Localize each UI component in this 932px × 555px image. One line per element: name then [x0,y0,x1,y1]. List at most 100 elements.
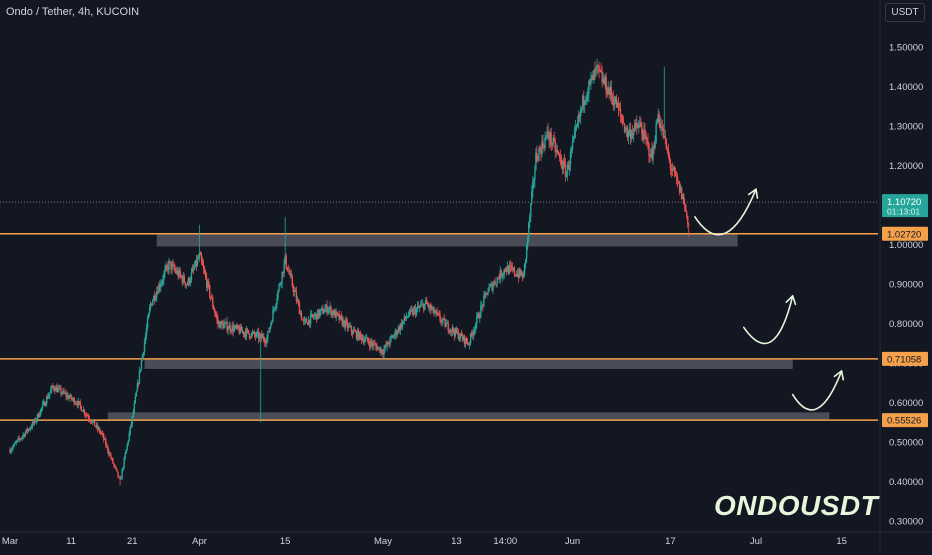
candle-body [427,303,429,306]
candle-body [420,305,422,307]
candle-body [135,391,138,397]
candle-body [115,466,117,470]
candle-body [189,280,192,284]
candle-body [183,275,185,283]
candle-body [93,420,96,427]
candle-body [597,64,599,66]
candle-body [387,342,389,345]
candle-body [125,449,127,454]
candle-body [180,275,182,277]
candle-body [687,215,689,225]
candle-body [267,331,269,339]
candle-body [164,269,166,274]
candle-body [50,389,52,393]
candle-body [277,290,279,299]
candle-body [171,264,173,270]
y-tick-label: 0.60000 [889,398,923,409]
candle-body [290,273,292,277]
candle-body [622,122,625,124]
candle-body [445,323,447,327]
x-tick-label: Mar [2,536,18,547]
currency-label: USDT [891,7,919,18]
candle-body [80,405,83,411]
candle-body [102,433,104,435]
candle-body [501,275,503,277]
candle-body [556,149,558,152]
candle-body [359,332,362,336]
candle-body [209,285,211,297]
candle-body [550,132,552,145]
candle-body [21,436,23,439]
candle-body [253,331,256,335]
candle-body [364,338,367,341]
candle-body [598,65,600,70]
candle-body [652,146,654,160]
candle-body [600,70,602,73]
candle-body [495,283,497,285]
candle-body [39,409,42,416]
candle-body [110,454,112,459]
candle-body [525,244,528,259]
candle-body [112,458,114,464]
candle-body [528,222,530,238]
candle-body [248,333,251,338]
candle-body [547,130,549,136]
candle [247,330,250,335]
candle-body [508,265,511,274]
candle-body [558,153,561,156]
candle-body [14,442,16,444]
candle-body [121,469,123,479]
candle-body [527,237,529,245]
candle-body [674,170,677,176]
candle-body [87,416,90,419]
candle-body [136,383,139,392]
candle-body [196,258,199,266]
candle-body [285,255,287,268]
candle-body [204,273,207,278]
candle-body [415,308,418,315]
candle-body [300,312,303,320]
candle-body [353,330,356,332]
candle-body [274,307,276,310]
candle-body [627,132,630,138]
candle-body [270,322,272,327]
candle-body [666,148,669,150]
candle-body [480,305,482,317]
candle-body [658,114,660,124]
chart-area[interactable]: 1.500001.400001.300001.200001.100001.000… [0,0,932,550]
candle-body [593,70,595,81]
currency-selector-button[interactable]: USDT [885,3,925,22]
candle-body [223,324,225,329]
candle-body [224,322,226,325]
candle-body [129,426,131,434]
candle-body [396,332,398,336]
candle-body [533,179,535,182]
support-zone-2 [144,358,793,369]
candle-body [294,290,297,292]
candle-body [475,323,477,330]
candle-body [314,315,316,318]
candle-body [173,264,175,270]
candlestick-chart[interactable]: 1.500001.400001.300001.200001.100001.000… [0,0,932,550]
candle-body [249,337,252,339]
candle-body [474,329,476,331]
candle-body [138,370,141,384]
candle-body [114,465,116,467]
candle-body [683,203,686,205]
candle-body [18,438,20,440]
candle-body [38,415,41,418]
candle-body [405,317,408,319]
candle-body [305,319,308,323]
candle-body [441,320,443,323]
candle-body [677,181,680,183]
candle-body [63,390,65,394]
candle-body [673,167,676,171]
candle-body [108,451,110,455]
candle-body [311,314,314,317]
candle [285,253,287,270]
candle-body [367,337,369,342]
candle-body [227,328,229,331]
candle-body [636,123,638,128]
candle-body [502,273,504,276]
candle-body [86,414,89,417]
